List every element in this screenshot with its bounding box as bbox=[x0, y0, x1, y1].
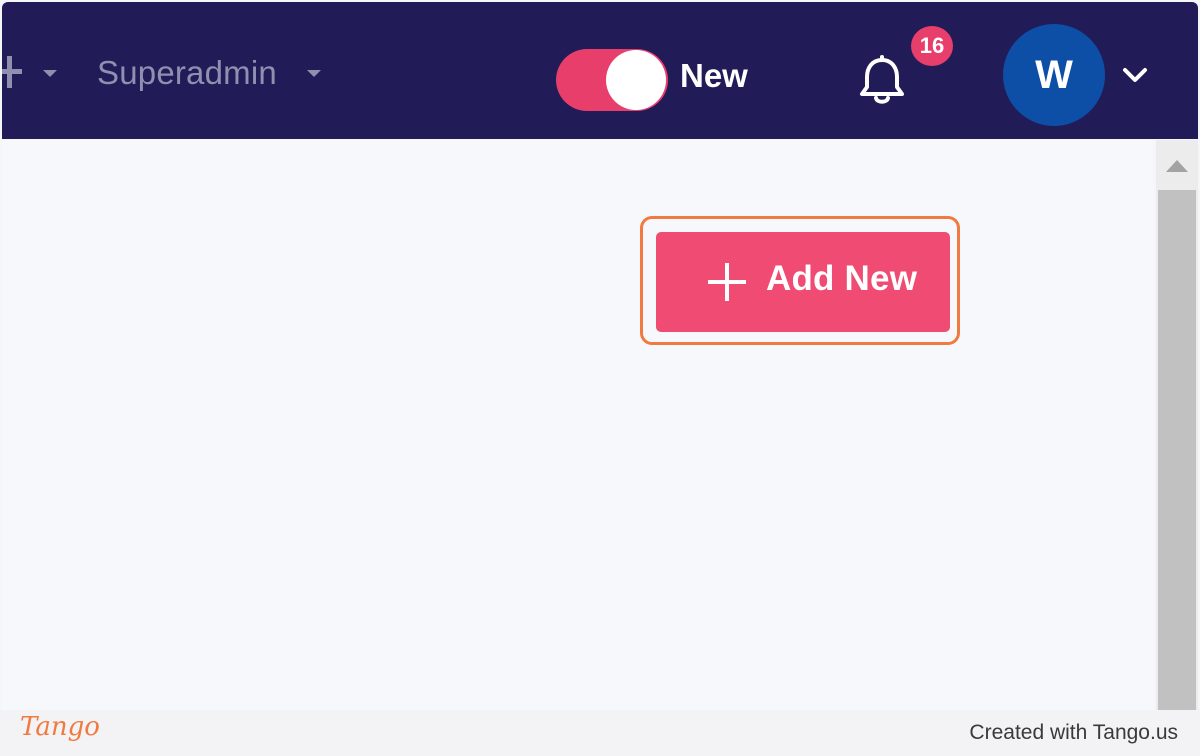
org-switcher-label[interactable]: Superadmin bbox=[97, 54, 277, 92]
create-caret-down-icon[interactable] bbox=[43, 70, 57, 77]
plus-icon bbox=[708, 263, 746, 301]
toggle-label: New bbox=[680, 57, 748, 94]
created-with-credit: Created with Tango.us bbox=[969, 721, 1178, 744]
tango-logo: Tango bbox=[20, 712, 100, 742]
org-caret-down-icon[interactable] bbox=[307, 70, 321, 77]
notification-count-badge: 16 bbox=[911, 26, 953, 66]
top-navigation-bar: Superadmin New 16 W bbox=[2, 2, 1198, 139]
user-avatar[interactable]: W bbox=[1003, 24, 1105, 126]
add-new-button-label: Add New bbox=[766, 259, 918, 298]
create-plus-icon[interactable] bbox=[2, 52, 32, 92]
scrollbar-thumb[interactable] bbox=[1158, 190, 1196, 710]
bell-icon[interactable] bbox=[854, 52, 910, 108]
main-content-area bbox=[2, 140, 1154, 710]
toggle-knob bbox=[606, 50, 666, 110]
screenshot-frame: Superadmin New 16 W Add New Tango Create… bbox=[0, 0, 1200, 756]
new-ui-toggle[interactable] bbox=[556, 49, 668, 111]
scroll-up-arrow-icon[interactable] bbox=[1166, 160, 1188, 172]
chevron-down-icon[interactable] bbox=[1120, 62, 1150, 88]
add-new-button[interactable]: Add New bbox=[656, 232, 950, 332]
